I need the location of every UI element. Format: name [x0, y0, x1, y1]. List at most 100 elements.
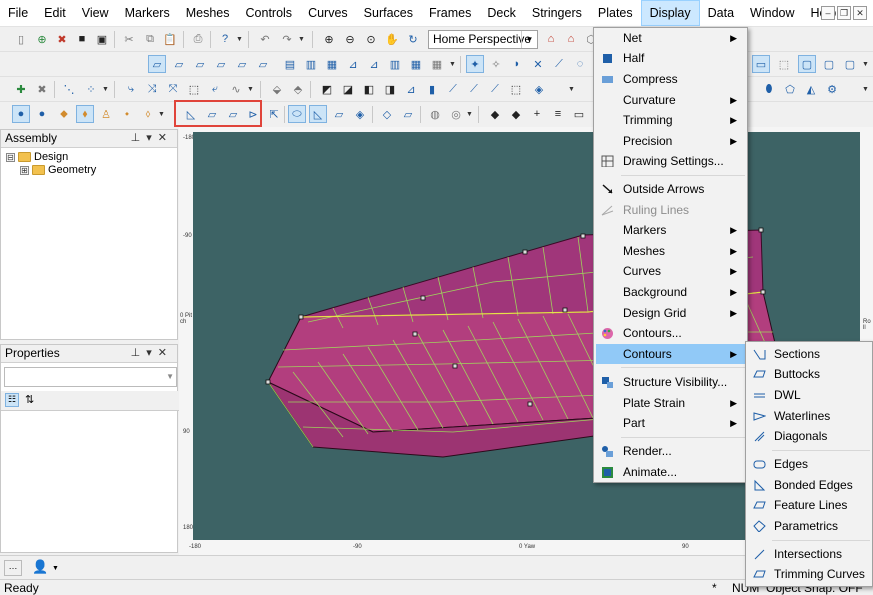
- edge-view-icon[interactable]: ⬭: [288, 105, 306, 123]
- control-tool-icon[interactable]: ⤷: [122, 80, 140, 98]
- layout-icon[interactable]: ▤: [281, 55, 299, 73]
- zoom-fit-icon[interactable]: ⊙: [362, 30, 380, 48]
- menu-display[interactable]: Display: [640, 0, 700, 26]
- display-menu-part[interactable]: Part ▶: [596, 413, 745, 433]
- menu-window[interactable]: Window: [742, 0, 802, 26]
- plate-tool-icon[interactable]: ⟋: [465, 80, 483, 98]
- menu-deck[interactable]: Deck: [479, 0, 523, 26]
- surface-view-icon[interactable]: ▱: [254, 55, 272, 73]
- display-menu-design-grid[interactable]: Design Grid ▶: [596, 303, 745, 323]
- chevron-down-icon[interactable]: ▼: [521, 31, 537, 48]
- intersect-icon[interactable]: ▱: [399, 105, 417, 123]
- tool-icon[interactable]: ♙: [97, 105, 115, 123]
- table-icon[interactable]: ▦: [407, 55, 425, 73]
- plate-tool-icon[interactable]: ▮: [423, 80, 441, 98]
- edge-view-icon[interactable]: ◈: [351, 105, 369, 123]
- plate-tool-icon[interactable]: ⊿: [402, 80, 420, 98]
- menu-plates[interactable]: Plates: [590, 0, 641, 26]
- surface-view-icon[interactable]: ▱: [170, 55, 188, 73]
- display-menu-render[interactable]: Render...: [596, 441, 745, 461]
- contour-diagonals-icon[interactable]: ⇱: [265, 105, 283, 123]
- chart-icon[interactable]: ⊿: [365, 55, 383, 73]
- control-tool-icon[interactable]: ⤧: [164, 80, 182, 98]
- chevron-down-icon[interactable]: ▼: [158, 111, 165, 118]
- menu-curves[interactable]: Curves: [300, 0, 356, 26]
- contours-submenu-bonded-edges[interactable]: Bonded Edges: [748, 475, 872, 495]
- chevron-down-icon[interactable]: ▼: [298, 36, 305, 43]
- home-set-icon[interactable]: ⌂: [562, 30, 580, 48]
- zoom-out-icon[interactable]: ⊖: [341, 30, 359, 48]
- save-icon[interactable]: ■: [73, 30, 91, 48]
- surface-view-icon[interactable]: ▱: [212, 55, 230, 73]
- contours-submenu-diagonals[interactable]: Diagonals: [748, 426, 872, 446]
- menu-view[interactable]: View: [74, 0, 117, 26]
- render-mode-icon[interactable]: ◎: [447, 105, 465, 123]
- home-icon[interactable]: ⌂: [542, 30, 560, 48]
- view-tool-icon[interactable]: ⬚: [775, 55, 793, 73]
- tool-icon[interactable]: ⬧: [76, 105, 94, 123]
- menu-meshes[interactable]: Meshes: [178, 0, 238, 26]
- user-view-icon[interactable]: ●: [33, 105, 51, 123]
- tool-icon[interactable]: ⬨: [139, 105, 157, 123]
- structure-icon[interactable]: ◭: [802, 80, 820, 98]
- marker-shape-icon[interactable]: ≡: [549, 105, 567, 123]
- menu-edit[interactable]: Edit: [36, 0, 74, 26]
- view-select[interactable]: Home Perspective ▼: [428, 30, 538, 49]
- zoom-in-icon[interactable]: ⊕: [320, 30, 338, 48]
- structure-icon[interactable]: ⚙: [823, 80, 841, 98]
- restore-icon[interactable]: ❐: [837, 6, 851, 20]
- contours-submenu-feature-lines[interactable]: Feature Lines: [748, 495, 872, 515]
- cut-icon[interactable]: ✂: [120, 30, 138, 48]
- undo-icon[interactable]: ↶: [256, 30, 274, 48]
- sort-alpha-icon[interactable]: ⇅: [25, 393, 34, 406]
- snap-icon[interactable]: ✧: [487, 55, 505, 73]
- user-view-icon[interactable]: ●: [12, 105, 30, 123]
- table-icon[interactable]: ▦: [428, 55, 446, 73]
- plate-tool-icon[interactable]: ⬚: [507, 80, 525, 98]
- marker-tool-icon[interactable]: ⁘: [82, 80, 100, 98]
- view-tool-icon[interactable]: ▭: [752, 55, 770, 73]
- print-icon[interactable]: ⎙: [189, 30, 207, 48]
- marker-shape-icon[interactable]: ◆: [507, 105, 525, 123]
- control-tool-icon[interactable]: ⤶: [206, 80, 224, 98]
- display-menu-net[interactable]: Net ▶: [596, 28, 745, 48]
- help-icon[interactable]: ?: [216, 30, 234, 48]
- expand-icon[interactable]: ⊞: [20, 165, 29, 175]
- contours-submenu-edges[interactable]: Edges: [748, 454, 872, 474]
- snap-icon[interactable]: ✕: [529, 55, 547, 73]
- view-tool-icon[interactable]: ▢: [820, 55, 838, 73]
- menu-surfaces[interactable]: Surfaces: [356, 0, 421, 26]
- menu-file[interactable]: File: [0, 0, 36, 26]
- panel-pin-close-icons[interactable]: ⊥▾✕: [131, 131, 173, 144]
- user-icon[interactable]: 👤: [32, 559, 48, 575]
- marker-tool-icon[interactable]: ⋱: [60, 80, 78, 98]
- display-menu-markers[interactable]: Markers ▶: [596, 220, 745, 240]
- collapse-icon[interactable]: ⊟: [6, 152, 15, 162]
- structure-icon[interactable]: ⬠: [781, 80, 799, 98]
- curve-tool-icon[interactable]: ⬘: [289, 80, 307, 98]
- tree-item-geometry[interactable]: ⊞ Geometry: [20, 164, 96, 176]
- display-menu-curves[interactable]: Curves ▶: [596, 261, 745, 281]
- new-file-icon[interactable]: ▯: [12, 30, 30, 48]
- snap-icon[interactable]: ⟋: [550, 55, 568, 73]
- display-menu-compress[interactable]: Compress: [596, 69, 745, 89]
- plate-tool-icon[interactable]: ⟋: [486, 80, 504, 98]
- display-menu-plate-strain[interactable]: Plate Strain ▶: [596, 393, 745, 413]
- menu-stringers[interactable]: Stringers: [524, 0, 590, 26]
- contours-submenu-trimming-curves[interactable]: Trimming Curves: [748, 564, 872, 584]
- chevron-down-icon[interactable]: ▼: [862, 86, 869, 93]
- paste-icon[interactable]: 📋: [161, 30, 179, 48]
- redo-icon[interactable]: ↷: [278, 30, 296, 48]
- marker-shape-icon[interactable]: +: [528, 105, 546, 123]
- control-tool-icon[interactable]: ⬚: [185, 80, 203, 98]
- plate-tool-icon[interactable]: ⟋: [444, 80, 462, 98]
- view-tool-icon[interactable]: ▢: [841, 55, 859, 73]
- tree-item-design[interactable]: ⊟ Design: [6, 151, 68, 163]
- categorized-icon[interactable]: ☷: [5, 393, 19, 407]
- close-icon[interactable]: ✕: [853, 6, 867, 20]
- control-tool-icon[interactable]: ∿: [227, 80, 245, 98]
- minimize-icon[interactable]: –: [821, 6, 835, 20]
- table-icon[interactable]: ▥: [386, 55, 404, 73]
- chart-icon[interactable]: ⊿: [344, 55, 362, 73]
- surface-view-icon[interactable]: ▱: [148, 55, 166, 73]
